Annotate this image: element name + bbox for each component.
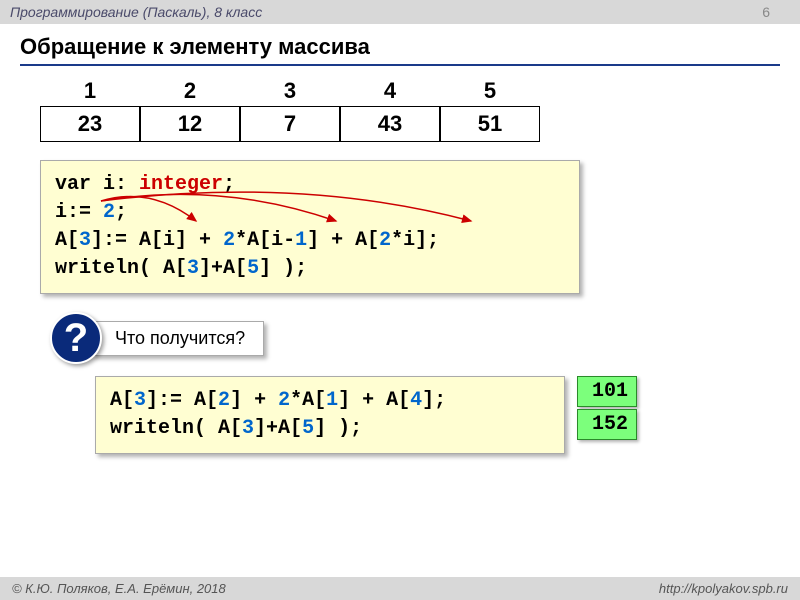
code-line: A[3]:= A[i] + 2*A[i-1] + A[2*i]; [55, 227, 565, 255]
array-cell: 51 [440, 106, 540, 142]
footer-copyright: © К.Ю. Поляков, Е.А. Ерёмин, 2018 [12, 581, 226, 596]
slide-footer: © К.Ю. Поляков, Е.А. Ерёмин, 2018 http:/… [0, 577, 800, 600]
array-cell: 43 [340, 106, 440, 142]
result-value: 152 [577, 409, 637, 440]
code-line: writeln( A[3]+A[5] ); [110, 415, 550, 443]
footer-url: http://kpolyakov.spb.ru [659, 581, 788, 596]
array-cell: 7 [240, 106, 340, 142]
index-cell: 4 [340, 76, 440, 106]
code-line: var i: integer; [55, 171, 565, 199]
code-block-1: var i: integer; i:= 2; A[3]:= A[i] + 2*A… [40, 160, 580, 294]
array-values: 23 12 7 43 51 [40, 106, 780, 142]
page-number: 6 [762, 4, 770, 20]
question-mark-icon: ? [50, 312, 102, 364]
code-block-2: A[3]:= A[2] + 2*A[1] + A[4]; writeln( A[… [95, 376, 565, 454]
code-line: A[3]:= A[2] + 2*A[1] + A[4]; [110, 387, 550, 415]
result-row: A[3]:= A[2] + 2*A[1] + A[4]; writeln( A[… [40, 376, 780, 454]
array-cell: 12 [140, 106, 240, 142]
header-subject: Программирование (Паскаль), 8 класс [10, 4, 262, 20]
array-cell: 23 [40, 106, 140, 142]
question-row: ? Что получится? [50, 312, 780, 364]
index-cell: 5 [440, 76, 540, 106]
question-text: Что получится? [92, 321, 264, 356]
index-cell: 1 [40, 76, 140, 106]
result-value: 101 [577, 376, 637, 407]
results-column: 101 152 [577, 376, 637, 442]
array-indices: 1 2 3 4 5 [40, 76, 780, 106]
slide-content: Обращение к элементу массива 1 2 3 4 5 2… [0, 24, 800, 454]
slide-title: Обращение к элементу массива [20, 34, 780, 66]
code-line: writeln( A[3]+A[5] ); [55, 255, 565, 283]
slide-header: Программирование (Паскаль), 8 класс 6 [0, 0, 800, 24]
code-line: i:= 2; [55, 199, 565, 227]
index-cell: 2 [140, 76, 240, 106]
index-cell: 3 [240, 76, 340, 106]
